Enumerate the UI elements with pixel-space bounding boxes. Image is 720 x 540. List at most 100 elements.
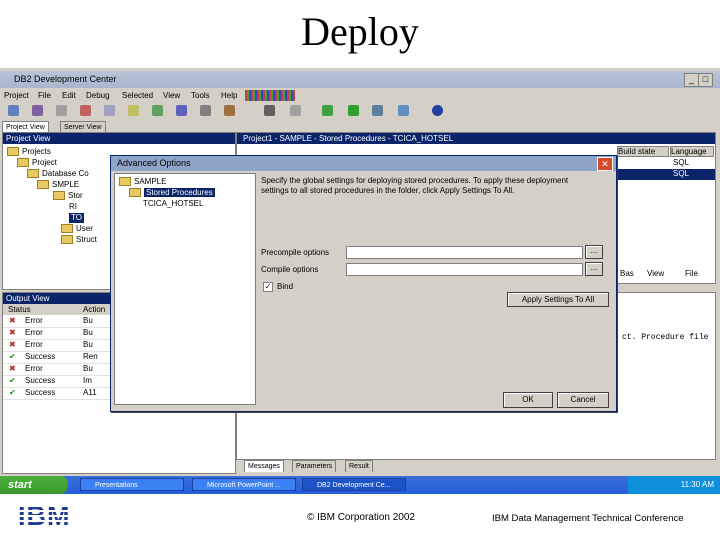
stop-icon[interactable] bbox=[264, 105, 275, 116]
dialog-tree-stored-procedures[interactable]: Stored Procedures bbox=[129, 188, 215, 198]
tree-item-project[interactable]: Project bbox=[17, 158, 57, 168]
tree-item-stored-procedures[interactable]: Stor bbox=[53, 191, 83, 201]
print-icon[interactable] bbox=[290, 105, 301, 116]
close-icon[interactable]: ✕ bbox=[597, 157, 613, 171]
tree-item-to[interactable]: TO bbox=[69, 213, 84, 223]
dialog-tree-panel: SAMPLE Stored Procedures TCICA_HOTSEL bbox=[114, 173, 256, 405]
play-icon[interactable] bbox=[348, 105, 359, 116]
check-icon: ✔ bbox=[9, 388, 16, 397]
paste-icon[interactable] bbox=[128, 105, 139, 116]
compile-label: Compile options bbox=[261, 265, 319, 274]
folder-icon bbox=[7, 147, 19, 157]
tab-parameters[interactable]: Parameters bbox=[292, 460, 337, 472]
advanced-options-dialog: Advanced Options ✕ SAMPLE Stored Procedu… bbox=[110, 155, 617, 412]
menu-debug[interactable]: Debug bbox=[86, 89, 110, 102]
run-icon[interactable] bbox=[176, 105, 187, 116]
menu-project[interactable]: Project bbox=[4, 89, 29, 102]
tree-item-database[interactable]: Database Co bbox=[27, 169, 89, 179]
precompile-label: Precompile options bbox=[261, 248, 330, 257]
ibm-logo: IBM bbox=[18, 502, 88, 530]
tree-item-sample[interactable]: SMPLE bbox=[37, 180, 79, 190]
task-db2-center[interactable]: DB2 Development Ce... bbox=[302, 478, 406, 491]
wand-icon[interactable] bbox=[322, 105, 333, 116]
col-language[interactable]: Language bbox=[670, 146, 714, 157]
dialog-description: Specify the global settings for deployin… bbox=[261, 176, 569, 195]
tree-item-projects[interactable]: Projects bbox=[7, 147, 51, 157]
minimize-button[interactable]: _ bbox=[684, 73, 699, 87]
dialog-title-bar: Advanced Options ✕ bbox=[111, 156, 616, 171]
dialog-tree-tcica[interactable]: TCICA_HOTSEL bbox=[143, 199, 203, 209]
output-col-status[interactable]: Status bbox=[8, 304, 31, 315]
copy-icon[interactable] bbox=[104, 105, 115, 116]
start-button[interactable]: start bbox=[0, 476, 68, 494]
tree-item-ri[interactable]: RI bbox=[69, 202, 77, 212]
bind-checkbox[interactable]: ✓ bbox=[263, 282, 273, 292]
build-icon[interactable] bbox=[152, 105, 163, 116]
folder-icon bbox=[119, 177, 131, 187]
ok-button[interactable]: OK bbox=[503, 392, 553, 408]
compile-input[interactable] bbox=[346, 263, 583, 276]
precompile-input[interactable] bbox=[346, 246, 583, 259]
tab-messages[interactable]: Messages bbox=[244, 460, 284, 472]
menu-selected[interactable]: Selected bbox=[122, 89, 153, 102]
tree-item-struct[interactable]: Struct bbox=[61, 235, 97, 245]
check-icon: ✔ bbox=[9, 352, 16, 361]
output-col-action[interactable]: Action bbox=[83, 304, 105, 315]
view-button[interactable]: View bbox=[647, 269, 664, 278]
col-build-state[interactable]: Build state bbox=[617, 146, 669, 157]
copyright: © IBM Corporation 2002 bbox=[307, 512, 415, 523]
dialog-tree-sample[interactable]: SAMPLE bbox=[119, 177, 166, 187]
menu-bar: Project File Edit Debug Selected View To… bbox=[0, 89, 720, 102]
conference-name: IBM Data Management Technical Conference bbox=[492, 513, 684, 524]
toolbar-artifact-image bbox=[245, 90, 295, 101]
task-powerpoint[interactable]: Microsoft PowerPoint ... bbox=[192, 478, 296, 491]
help-icon[interactable] bbox=[432, 105, 443, 116]
menu-tools[interactable]: Tools bbox=[191, 89, 210, 102]
project-view-header: Project View bbox=[3, 133, 235, 144]
bas-button[interactable]: Bas bbox=[620, 269, 634, 278]
error-icon: ✖ bbox=[9, 340, 16, 349]
app-title-bar: DB2 Development Center _ □ × bbox=[0, 71, 720, 88]
clock: 11:30 AM bbox=[628, 476, 720, 494]
tab-result[interactable]: Result bbox=[345, 460, 373, 472]
save-icon[interactable] bbox=[56, 105, 67, 116]
new-project-icon[interactable] bbox=[8, 105, 19, 116]
step-icon[interactable] bbox=[372, 105, 383, 116]
dialog-title: Advanced Options bbox=[117, 158, 191, 168]
folder-icon bbox=[129, 188, 141, 198]
folder-icon bbox=[61, 224, 73, 234]
file-button[interactable]: File bbox=[685, 269, 698, 278]
tree-item-user[interactable]: User bbox=[61, 224, 93, 234]
app-title: DB2 Development Center bbox=[14, 74, 117, 84]
folder-icon bbox=[17, 158, 29, 168]
menu-help[interactable]: Help bbox=[221, 89, 237, 102]
deploy-icon[interactable] bbox=[224, 105, 235, 116]
error-icon: ✖ bbox=[9, 364, 16, 373]
folder-icon bbox=[53, 191, 65, 201]
detail-header: Project1 - SAMPLE - Stored Procedures - … bbox=[237, 133, 715, 144]
apply-settings-button[interactable]: Apply Settings To All bbox=[507, 292, 609, 307]
taskbar: start Presentations Microsoft PowerPoint… bbox=[0, 476, 720, 494]
cut-icon[interactable] bbox=[80, 105, 91, 116]
bind-label: Bind bbox=[277, 282, 294, 291]
task-presentations[interactable]: Presentations bbox=[80, 478, 184, 491]
error-icon: ✖ bbox=[9, 328, 16, 337]
error-icon: ✖ bbox=[9, 316, 16, 325]
menu-file[interactable]: File bbox=[38, 89, 51, 102]
cancel-button[interactable]: Cancel bbox=[557, 392, 609, 408]
menu-edit[interactable]: Edit bbox=[62, 89, 76, 102]
open-icon[interactable] bbox=[32, 105, 43, 116]
slide-title: Deploy bbox=[301, 9, 419, 54]
ibm-logo-text: IBM bbox=[18, 502, 88, 530]
debug-icon[interactable] bbox=[200, 105, 211, 116]
folder-icon bbox=[61, 235, 73, 245]
maximize-button[interactable]: □ bbox=[698, 73, 713, 87]
precompile-browse-button[interactable]: ... bbox=[585, 245, 603, 259]
folder-icon bbox=[27, 169, 39, 179]
menu-view[interactable]: View bbox=[163, 89, 180, 102]
check-icon: ✔ bbox=[9, 376, 16, 385]
export-icon[interactable] bbox=[398, 105, 409, 116]
folder-icon bbox=[37, 180, 49, 190]
output-detail-text: ct. Procedure file bbox=[622, 333, 709, 342]
compile-browse-button[interactable]: ... bbox=[585, 262, 603, 276]
